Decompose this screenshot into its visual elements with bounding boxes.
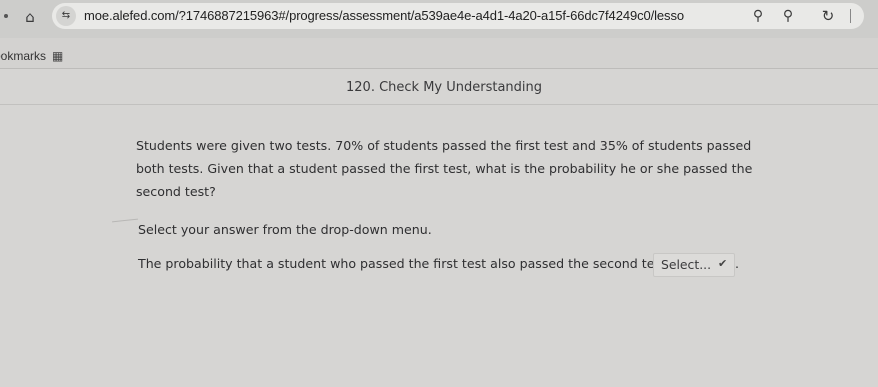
instruction-text: Select your answer from the drop-down me…	[138, 222, 432, 237]
answer-suffix: .	[735, 256, 740, 271]
search-icon[interactable]: ⚲	[778, 6, 798, 26]
answer-dropdown[interactable]: Select... ✔	[653, 253, 735, 277]
page-divider-top	[0, 68, 878, 69]
toolbar-divider	[850, 9, 851, 23]
chevron-down-icon[interactable]: ✔	[718, 257, 727, 270]
home-icon[interactable]: ⌂	[20, 7, 40, 27]
site-info-icon[interactable]: ⇆	[56, 6, 76, 26]
pin-icon[interactable]: ⚲	[748, 6, 768, 26]
dropdown-value[interactable]: Select...	[661, 257, 711, 272]
page-title: 120. Check My Understanding	[346, 80, 543, 95]
bookmarks-bar: ookmarks ▦	[0, 44, 878, 70]
address-bar[interactable]: ⇆ moe.alefed.com/?1746887215963#/progres…	[52, 3, 864, 29]
decorative-line	[112, 218, 138, 223]
bookmarks-label[interactable]: ookmarks	[0, 49, 46, 63]
url-text[interactable]: moe.alefed.com/?1746887215963#/progress/…	[84, 8, 684, 23]
apps-icon[interactable]: ▦	[52, 49, 66, 63]
title-divider	[0, 104, 878, 105]
answer-prompt: The probability that a student who passe…	[138, 256, 681, 271]
question-text: Students were given two tests. 70% of st…	[136, 138, 753, 199]
back-button-fragment[interactable]	[4, 14, 8, 18]
lesson-page: 120. Check My Understanding Students wer…	[0, 68, 878, 387]
browser-toolbar: ⌂ ⇆ moe.alefed.com/?1746887215963#/progr…	[0, 0, 878, 38]
refresh-icon[interactable]: ↻	[818, 6, 838, 26]
